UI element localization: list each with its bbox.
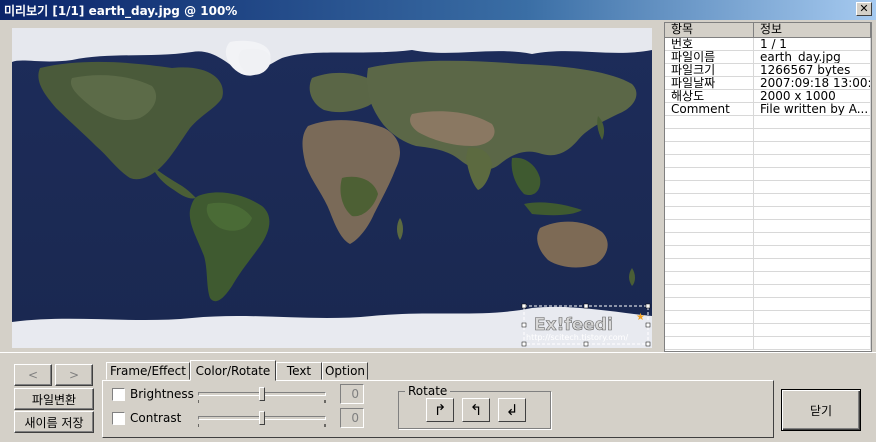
rotate-ccw-button[interactable]: ↰ — [462, 398, 490, 422]
convert-file-button[interactable]: 파일변환 — [14, 388, 94, 410]
flip-icon: ↲ — [505, 401, 519, 419]
table-row[interactable]: 번호 1 / 1 — [665, 37, 871, 51]
save-as-button[interactable]: 새이름 저장 — [14, 411, 94, 433]
tab-frame-effect[interactable]: Frame/Effect — [106, 362, 190, 380]
window-title: 미리보기 [1/1] earth_day.jpg @ 100% — [4, 3, 238, 18]
info-value: earth_day.jpg — [753, 50, 871, 64]
tab-color-rotate[interactable]: Color/Rotate — [190, 360, 276, 381]
close-button[interactable]: 닫기 — [781, 389, 861, 431]
brightness-slider-thumb[interactable] — [259, 387, 265, 401]
empty-row — [665, 167, 871, 181]
rotate-cw-button[interactable]: ↱ — [426, 398, 454, 422]
watermark-url: http://scitech.tistory.com/ — [526, 333, 628, 342]
info-key: 파일크기 — [665, 63, 754, 77]
empty-row — [665, 193, 871, 207]
empty-row — [665, 297, 871, 311]
info-key: 번호 — [665, 37, 754, 51]
watermark-logo: Ex!feedi — [534, 315, 613, 335]
empty-row — [665, 271, 871, 285]
empty-row — [665, 336, 871, 350]
table-row[interactable]: Comment File written by A... — [665, 102, 871, 116]
flip-button[interactable]: ↲ — [498, 398, 526, 422]
empty-row — [665, 323, 871, 337]
table-row[interactable]: 파일크기 1266567 bytes — [665, 63, 871, 77]
tab-text[interactable]: Text — [276, 362, 322, 380]
contrast-slider[interactable] — [194, 409, 330, 427]
info-header-item[interactable]: 항목 — [665, 23, 754, 38]
info-header-value[interactable]: 정보 — [753, 23, 871, 38]
contrast-slider-thumb[interactable] — [259, 411, 265, 425]
empty-row — [665, 141, 871, 155]
rotate-cw-icon: ↱ — [433, 401, 447, 419]
empty-row — [665, 232, 871, 246]
empty-row — [665, 219, 871, 233]
brightness-value[interactable]: 0 — [340, 384, 364, 404]
empty-row — [665, 284, 871, 298]
info-value: File written by A... — [753, 102, 871, 116]
info-value: 1 / 1 — [753, 37, 871, 51]
info-key: Comment — [665, 102, 754, 116]
info-key: 해상도 — [665, 89, 754, 103]
empty-row — [665, 128, 871, 142]
empty-row — [665, 258, 871, 272]
info-value: 2000 x 1000 — [753, 89, 871, 103]
earth-map-image: Ex!feedi ★ http://scitech.tistory.com/ — [12, 28, 652, 348]
info-key: 파일날짜 — [665, 76, 754, 90]
empty-row — [665, 154, 871, 168]
contrast-label: Contrast — [130, 411, 182, 425]
contrast-value[interactable]: 0 — [340, 408, 364, 428]
brightness-slider[interactable] — [194, 385, 330, 403]
info-key: 파일이름 — [665, 50, 754, 64]
empty-row — [665, 206, 871, 220]
brightness-checkbox[interactable] — [112, 388, 125, 401]
table-row[interactable]: 파일이름 earth_day.jpg — [665, 50, 871, 64]
title-bar: 미리보기 [1/1] earth_day.jpg @ 100% ✕ — [0, 0, 876, 20]
next-image-button[interactable]: > — [55, 364, 93, 386]
empty-row — [665, 245, 871, 259]
info-value: 2007:09:18 13:00:35 — [753, 76, 871, 90]
file-info-panel: 항목 정보 번호 1 / 1 파일이름 earth_day.jpg 파일크기 1266… — [664, 22, 872, 352]
image-preview: Ex!feedi ★ http://scitech.tistory.com/ — [12, 28, 652, 348]
empty-row — [665, 180, 871, 194]
empty-row — [665, 310, 871, 324]
rotate-ccw-icon: ↰ — [469, 401, 483, 419]
table-row[interactable]: 해상도 2000 x 1000 — [665, 89, 871, 103]
info-header-row: 항목 정보 — [665, 23, 871, 38]
empty-row — [665, 115, 871, 129]
contrast-checkbox[interactable] — [112, 412, 125, 425]
rotate-group-title: Rotate — [405, 384, 451, 398]
window-close-button[interactable]: ✕ — [856, 2, 872, 16]
tab-option[interactable]: Option — [322, 362, 368, 380]
watermark-star-icon: ★ — [636, 312, 645, 323]
brightness-label: Brightness — [130, 387, 194, 401]
info-value: 1266567 bytes — [753, 63, 871, 77]
file-info-table: 항목 정보 번호 1 / 1 파일이름 earth_day.jpg 파일크기 1266… — [665, 23, 871, 350]
table-row[interactable]: 파일날짜2007:09:18 13:00:35 — [665, 76, 871, 90]
prev-image-button[interactable]: < — [14, 364, 52, 386]
